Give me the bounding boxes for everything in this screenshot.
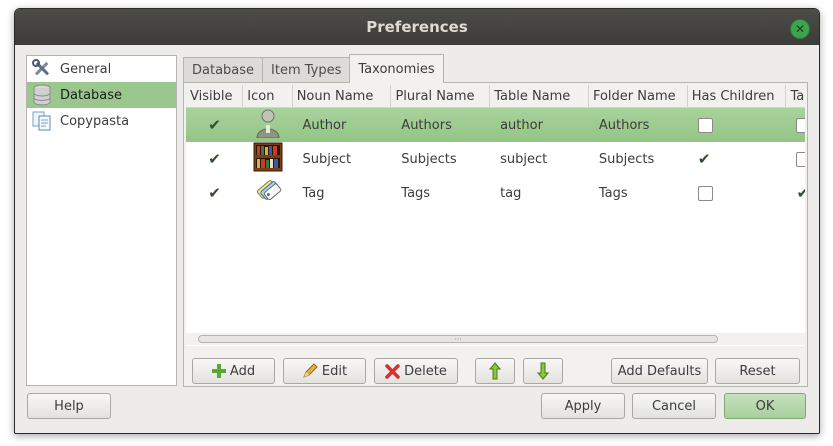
bookshelf-icon (253, 142, 283, 176)
sidebar-item-label: Copypasta (60, 113, 130, 129)
plus-icon (211, 364, 226, 378)
table-header: Visible Icon Noun Name Plural Name Table… (186, 85, 805, 108)
close-button[interactable]: ✕ (790, 19, 810, 39)
edit-button[interactable]: Edit (283, 358, 366, 384)
delete-button-label: Delete (404, 363, 447, 379)
sidebar-item-database[interactable]: Database (27, 82, 176, 108)
sidebar-item-copypasta[interactable]: Copypasta (27, 108, 176, 134)
visible-checkbox[interactable]: ✔ (208, 185, 221, 200)
noun-name-cell: Tag (302, 185, 325, 201)
documents-icon (31, 110, 53, 132)
ok-button[interactable]: OK (724, 393, 806, 419)
has-children-checkbox[interactable] (697, 117, 713, 133)
plural-name-cell: Authors (401, 117, 452, 133)
noun-name-cell: Subject (302, 151, 352, 167)
plural-name-cell: Subjects (401, 151, 457, 167)
add-defaults-button[interactable]: Add Defaults (611, 358, 708, 384)
table-row[interactable]: ✔ Tag Tags tag Tags (186, 176, 805, 210)
truncated-checkbox[interactable] (796, 151, 805, 167)
preferences-window: Preferences ✕ General Database Copypasta… (14, 8, 820, 434)
cancel-button[interactable]: Cancel (632, 393, 716, 419)
sidebar-item-label: General (60, 61, 112, 77)
folder-name-cell: Tags (598, 185, 628, 201)
tools-icon (31, 58, 53, 80)
reset-button[interactable]: Reset (715, 358, 800, 384)
noun-name-cell: Author (302, 117, 347, 133)
column-header-truncated[interactable]: Ta (786, 85, 805, 107)
sidebar: General Database Copypasta (26, 55, 177, 386)
table-name-cell: tag (500, 185, 522, 201)
help-button[interactable]: Help (27, 393, 111, 419)
tab-item-types[interactable]: Item Types (262, 57, 351, 83)
delete-x-icon (385, 363, 400, 379)
truncated-checkbox[interactable]: ✔ (796, 185, 805, 200)
column-header-icon[interactable]: Icon (243, 85, 293, 107)
pencil-icon (302, 363, 318, 379)
close-icon: ✕ (794, 22, 806, 36)
add-button[interactable]: Add (192, 358, 275, 384)
edit-button-label: Edit (321, 363, 348, 379)
sidebar-item-general[interactable]: General (27, 56, 176, 82)
tab-taxonomies[interactable]: Taxonomies (349, 54, 444, 83)
arrow-up-icon (489, 362, 501, 380)
arrow-down-icon (537, 362, 549, 380)
scrollbar-thumb[interactable]: ··· (198, 335, 718, 344)
folder-name-cell: Subjects (598, 151, 655, 167)
apply-button[interactable]: Apply (541, 393, 625, 419)
taxonomies-table: Visible Icon Noun Name Plural Name Table… (186, 85, 805, 346)
column-header-plural-name[interactable]: Plural Name (391, 85, 491, 107)
person-icon (255, 108, 281, 142)
has-children-checkbox[interactable]: ✔ (698, 151, 711, 166)
column-header-has-children[interactable]: Has Children (688, 85, 787, 107)
window-title: Preferences (366, 18, 468, 36)
column-header-table-name[interactable]: Table Name (490, 85, 589, 107)
database-icon (31, 84, 53, 106)
column-header-visible[interactable]: Visible (186, 85, 244, 107)
delete-button[interactable]: Delete (374, 358, 458, 384)
visible-checkbox[interactable]: ✔ (208, 151, 221, 166)
title-bar: Preferences ✕ (15, 9, 819, 45)
column-header-folder-name[interactable]: Folder Name (589, 85, 688, 107)
has-children-checkbox[interactable] (697, 185, 713, 201)
horizontal-scrollbar[interactable]: ··· (186, 333, 805, 345)
visible-checkbox[interactable]: ✔ (208, 117, 221, 132)
table-name-cell: subject (500, 151, 548, 167)
table-row[interactable]: ✔ Subject Subjects subject Subjects ✔ (186, 142, 805, 176)
tags-icon (253, 176, 283, 210)
tab-bar: Database Item Types Taxonomies (183, 54, 444, 83)
folder-name-cell: Authors (598, 117, 650, 133)
tab-database[interactable]: Database (183, 57, 264, 83)
add-button-label: Add (229, 363, 256, 379)
table-name-cell: author (500, 117, 543, 133)
column-header-noun-name[interactable]: Noun Name (293, 85, 392, 107)
table-row[interactable]: ✔ Author Authors author Authors (186, 108, 805, 142)
truncated-checkbox[interactable] (796, 117, 805, 133)
taxonomies-panel: Visible Icon Noun Name Plural Name Table… (183, 82, 808, 387)
sidebar-item-label: Database (60, 87, 123, 103)
plural-name-cell: Tags (401, 185, 431, 201)
move-down-button[interactable] (523, 358, 563, 384)
move-up-button[interactable] (475, 358, 515, 384)
